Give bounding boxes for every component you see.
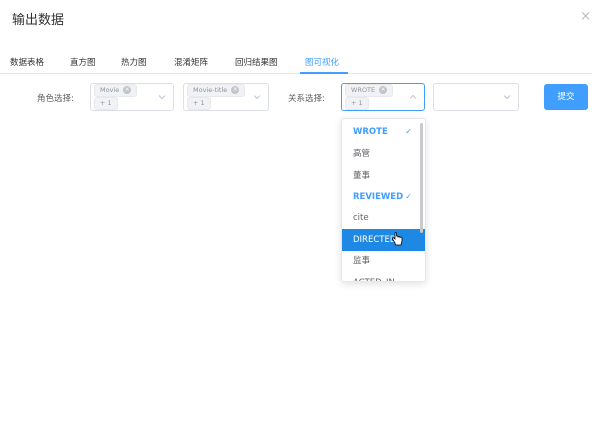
role-tag: Movie-title × <box>187 84 246 97</box>
extra-select[interactable] <box>433 83 519 111</box>
relation-tag: WROTE × <box>345 84 394 97</box>
tab-histogram[interactable]: 直方图 <box>70 56 96 68</box>
relation-select[interactable]: WROTE × + 1 <box>341 83 425 111</box>
relation-dropdown: WROTE ✓ 高管 董事 REVIEWED ✓ cite DIRECTED 监事 … <box>341 118 426 282</box>
tag-close-icon[interactable]: × <box>123 86 132 94</box>
hand-cursor-icon <box>392 232 403 246</box>
dropdown-option-reviewed[interactable]: REVIEWED ✓ <box>342 186 425 208</box>
relation-more-tag: + 1 <box>345 97 369 110</box>
tab-bar: 数据表格 直方图 热力图 混淆矩阵 回归结果图 图可视化 <box>0 56 592 74</box>
dropdown-option[interactable]: 董事 <box>342 165 425 187</box>
dropdown-option[interactable]: 高管 <box>342 143 425 165</box>
relation-select-label: 关系选择: <box>288 94 325 104</box>
check-icon: ✓ <box>405 192 412 201</box>
active-tab-indicator <box>300 72 348 74</box>
tab-regression-chart[interactable]: 回归结果图 <box>235 56 278 68</box>
role-more-tag: + 1 <box>187 97 211 110</box>
chevron-down-icon <box>158 95 166 100</box>
tab-heatmap[interactable]: 热力图 <box>121 56 147 68</box>
close-icon[interactable]: × <box>580 10 591 23</box>
role-select-2[interactable]: Movie-title × + 1 <box>183 83 269 111</box>
dialog-title: 输出数据 <box>12 13 65 28</box>
dropdown-scrollbar[interactable] <box>420 123 423 233</box>
tab-data-table[interactable]: 数据表格 <box>10 56 44 68</box>
role-tag: Movie × <box>94 84 138 97</box>
chevron-down-icon <box>503 95 511 100</box>
dropdown-option-directed[interactable]: DIRECTED <box>342 229 425 251</box>
dropdown-option[interactable]: cite <box>342 207 425 229</box>
chevron-down-icon <box>253 95 261 100</box>
role-more-tag: + 1 <box>94 97 118 110</box>
chevron-up-icon <box>409 94 417 99</box>
tab-confusion-matrix[interactable]: 混淆矩阵 <box>174 56 208 68</box>
dropdown-option[interactable]: ACTED_IN <box>342 272 425 281</box>
tag-close-icon[interactable]: × <box>379 86 388 94</box>
submit-button[interactable]: 提交 <box>544 84 588 110</box>
tab-graph-visualization[interactable]: 图可视化 <box>305 56 339 68</box>
dropdown-option-wrote[interactable]: WROTE ✓ <box>342 121 425 143</box>
check-icon: ✓ <box>405 127 412 136</box>
role-select-1[interactable]: Movie × + 1 <box>90 83 174 111</box>
dropdown-option[interactable]: 监事 <box>342 250 425 272</box>
role-select-label: 角色选择: <box>37 94 74 104</box>
tag-close-icon[interactable]: × <box>231 86 240 94</box>
